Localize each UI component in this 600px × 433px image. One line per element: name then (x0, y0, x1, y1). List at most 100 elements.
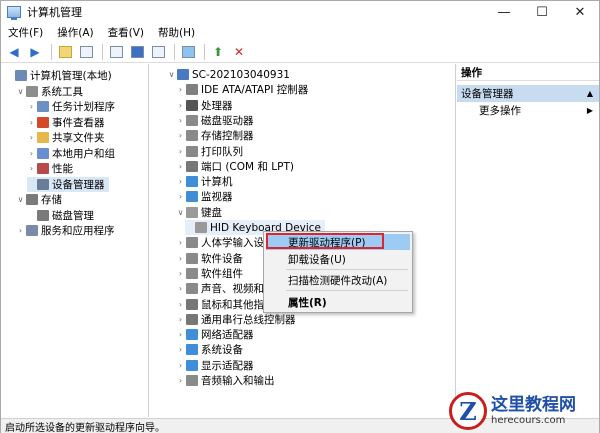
scan-hardware-menu-item[interactable]: 扫描检测硬件改动(A) (266, 272, 410, 288)
expand-arrow-icon[interactable]: › (27, 149, 36, 158)
expand-arrow-icon[interactable]: › (176, 284, 185, 293)
console-tree-row[interactable]: › 服务和应用程序 (16, 223, 115, 238)
console-tree-label: 存储 (41, 194, 62, 206)
expand-arrow-icon[interactable]: › (176, 177, 185, 186)
port-icon (186, 160, 198, 172)
device-tree-row[interactable]: › 监视器 (176, 189, 233, 204)
device-tree-row[interactable]: ∨ SC-202103040931 (167, 67, 290, 82)
audio-icon (186, 375, 198, 386)
actions-section-device-manager[interactable]: 设备管理器 ▲ (457, 85, 599, 102)
console-tree-row[interactable]: › 事件查看器 (27, 115, 105, 130)
expand-arrow-icon[interactable]: › (176, 162, 185, 171)
software-component-icon (186, 267, 198, 279)
device-tree-row[interactable]: › 计算机 (176, 174, 233, 189)
device-tree-row[interactable]: › 磁盘驱动器 (176, 113, 254, 128)
monitor-icon[interactable] (179, 44, 197, 60)
help-icon[interactable] (128, 44, 146, 60)
console-tree-row[interactable]: 设备管理器 (27, 176, 109, 192)
device-tree-row[interactable]: › 网络适配器 (176, 327, 254, 342)
usb-icon (186, 313, 198, 325)
device-tree-row[interactable]: › 处理器 (176, 98, 233, 113)
device-tree-label: 监视器 (201, 191, 233, 204)
keyboard-icon (195, 222, 207, 233)
properties-icon[interactable] (107, 44, 125, 60)
delete-icon[interactable]: ✕ (230, 44, 248, 60)
console-tree-label: 磁盘管理 (52, 209, 94, 222)
device-tree-label: 键盘 (201, 206, 222, 219)
expand-arrow-icon[interactable]: › (176, 147, 185, 156)
expand-arrow-icon[interactable]: › (176, 330, 185, 339)
console-tree-row[interactable]: ∨ 存储 (16, 192, 62, 207)
expand-arrow-icon[interactable]: › (27, 118, 36, 127)
expand-arrow-icon[interactable]: › (176, 85, 185, 94)
more-actions-item[interactable]: 更多操作 ▶ (457, 102, 599, 119)
expand-arrow-icon[interactable]: › (27, 164, 36, 173)
expand-arrow-icon[interactable]: › (176, 269, 185, 278)
collapse-arrow-icon[interactable]: ∨ (167, 70, 176, 79)
show-action-pane-icon[interactable] (149, 44, 167, 60)
close-button[interactable]: ✕ (561, 1, 599, 23)
device-tree-row[interactable]: › 软件组件 (176, 266, 243, 281)
minimize-button[interactable]: — (485, 1, 523, 23)
device-tree-row[interactable]: › 人体学输入设备 (176, 235, 275, 250)
expand-arrow-icon[interactable]: › (176, 361, 185, 370)
collapse-arrow-icon[interactable]: ∨ (16, 195, 25, 204)
device-tree-row[interactable]: › 存储控制器 (176, 128, 254, 143)
software-device-icon (186, 252, 198, 264)
device-tree-row[interactable]: › 软件设备 (176, 251, 243, 266)
toolbar-separator (51, 43, 52, 60)
device-tree-row[interactable]: › 通用串行总线控制器 (176, 312, 296, 327)
collapse-arrow-icon[interactable]: ∨ (176, 208, 185, 217)
expand-arrow-icon[interactable]: › (27, 133, 36, 142)
device-tree-row[interactable]: › IDE ATA/ATAPI 控制器 (176, 82, 308, 97)
show-tree-icon[interactable] (77, 44, 95, 60)
console-tree-row[interactable]: › 性能 (27, 161, 73, 176)
expand-arrow-icon[interactable]: › (27, 102, 36, 111)
console-tree-label: 任务计划程序 (52, 101, 115, 113)
expand-arrow-icon[interactable]: › (176, 300, 185, 309)
menu-file[interactable]: 文件(F) (1, 25, 50, 40)
console-tree-row[interactable]: ∨ 系统工具 (16, 84, 83, 99)
device-tree-label: 软件组件 (201, 267, 243, 280)
back-arrow-icon[interactable]: ◀ (5, 44, 23, 60)
device-tree-label: 系统设备 (201, 344, 243, 357)
network-adapter-icon (186, 329, 198, 341)
device-tree-row[interactable]: › 音频输入和输出 (176, 373, 275, 388)
up-folder-icon[interactable] (56, 44, 74, 60)
expand-arrow-icon[interactable]: › (176, 376, 185, 385)
console-tree-row[interactable]: 磁盘管理 (27, 208, 94, 223)
device-tree-row[interactable]: › 系统设备 (176, 342, 243, 357)
console-tree-label: 事件查看器 (52, 116, 105, 129)
expand-arrow-icon[interactable]: › (176, 192, 185, 201)
menu-view[interactable]: 查看(V) (101, 25, 151, 40)
uninstall-device-menu-item[interactable]: 卸载设备(U) (266, 251, 410, 267)
menu-bar: 文件(F) 操作(A) 查看(V) 帮助(H) (1, 23, 599, 41)
console-tree-row[interactable]: › 任务计划程序 (27, 99, 115, 114)
expand-arrow-icon[interactable]: › (176, 345, 185, 354)
expand-arrow-icon[interactable]: › (176, 315, 185, 324)
maximize-button[interactable]: ☐ (523, 1, 561, 23)
device-tree-row[interactable]: › 打印队列 (176, 144, 243, 159)
enable-device-icon[interactable]: ⬆ (209, 44, 227, 60)
device-tree-label: 处理器 (201, 99, 233, 112)
expand-arrow-icon[interactable]: › (176, 131, 185, 140)
forward-arrow-icon[interactable]: ▶ (26, 44, 44, 60)
properties-menu-item[interactable]: 属性(R) (266, 294, 410, 310)
expand-arrow-icon[interactable]: › (176, 101, 185, 110)
expand-arrow-icon[interactable]: › (176, 116, 185, 125)
menu-action[interactable]: 操作(A) (50, 25, 100, 40)
expand-arrow-icon[interactable]: › (176, 238, 185, 247)
computer-management-window: 计算机管理 — ☐ ✕ 文件(F) 操作(A) 查看(V) 帮助(H) ◀ ▶ … (0, 0, 600, 433)
console-tree-row[interactable]: 计算机管理(本地) (5, 68, 112, 83)
actions-section-label: 设备管理器 (461, 88, 514, 100)
device-tree-row[interactable]: › 显示适配器 (176, 358, 254, 373)
computer-icon (177, 69, 189, 80)
console-tree-row[interactable]: › 本地用户和组 (27, 146, 115, 161)
device-tree-row[interactable]: › 端口 (COM 和 LPT) (176, 159, 294, 174)
console-tree-row[interactable]: › 共享文件夹 (27, 130, 105, 145)
expand-arrow-icon[interactable]: › (176, 254, 185, 263)
collapse-arrow-icon[interactable]: ∨ (16, 87, 25, 96)
menu-help[interactable]: 帮助(H) (151, 25, 202, 40)
expand-arrow-icon[interactable]: › (16, 226, 25, 235)
device-tree-row[interactable]: ∨ 键盘 (176, 205, 222, 220)
